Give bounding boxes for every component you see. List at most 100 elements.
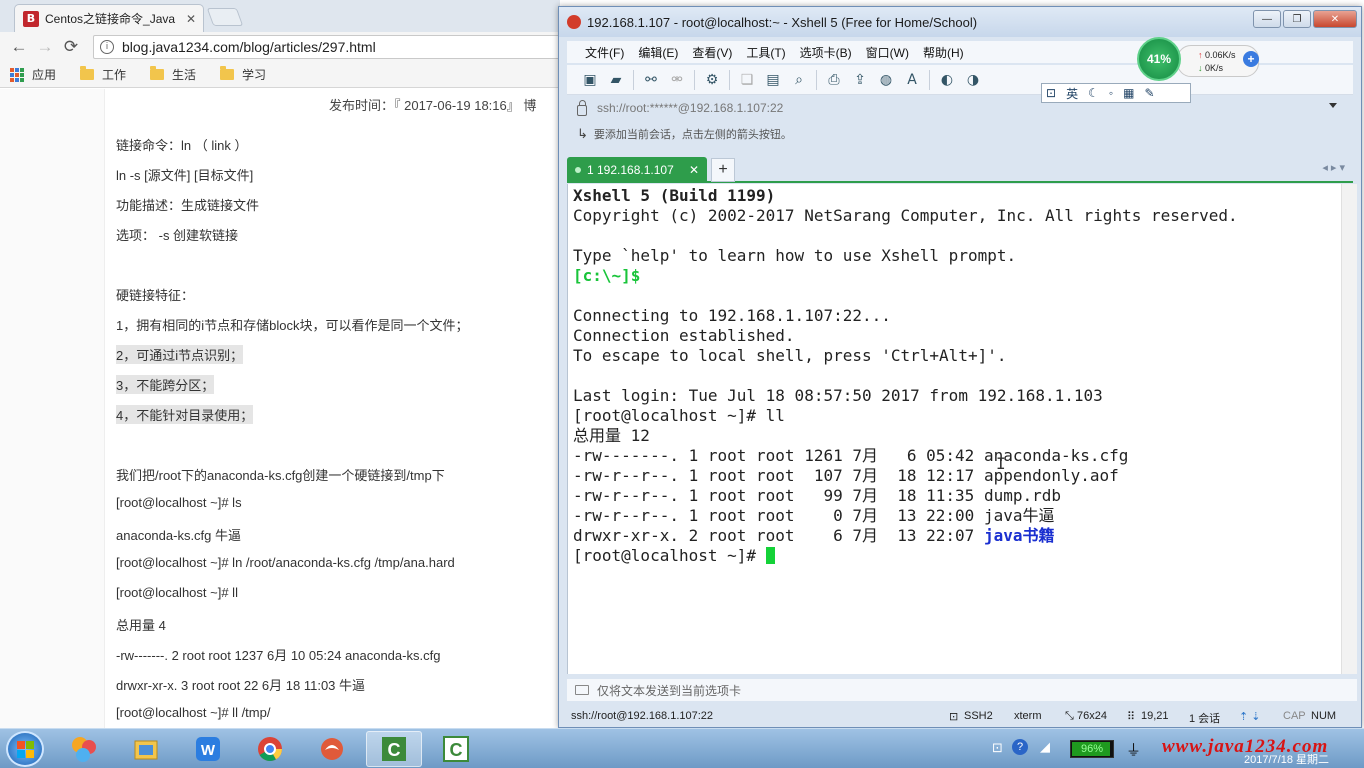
xftp-icon[interactable]: ◐ <box>938 71 956 89</box>
menu-tools[interactable]: 工具(T) <box>746 44 785 61</box>
window-title: 192.168.1.107 - root@localhost:~ - Xshel… <box>587 14 978 30</box>
info-icon[interactable]: i <box>100 40 114 54</box>
open-folder-icon[interactable]: ▰ <box>607 71 625 89</box>
properties-icon[interactable]: ⚙ <box>703 71 721 89</box>
address-bar[interactable]: i blog.java1234.com/blog/articles/297.ht… <box>93 35 560 59</box>
article-line: 总用量 4 <box>116 618 166 633</box>
wps-writer-icon: W <box>196 737 220 761</box>
chrome-icon <box>258 737 282 762</box>
taskbar-app-explorer[interactable] <box>118 731 174 767</box>
tray-ime-icon[interactable]: ⊡ <box>992 740 1003 756</box>
windows-logo-icon <box>16 740 34 758</box>
download-speed: 0K/s <box>1205 63 1224 73</box>
taskbar-app-chrome[interactable] <box>242 731 298 767</box>
terminal-line: 总用量 12 <box>573 426 650 445</box>
find-icon[interactable]: ⌕ <box>790 71 808 89</box>
taskbar-app-camtasia-2[interactable]: C <box>428 731 484 767</box>
globe-icon[interactable]: ◍ <box>877 71 895 89</box>
status-terminal-size: 76x24 <box>1077 710 1107 722</box>
terminal-scrollbar[interactable] <box>1341 184 1357 674</box>
copy-icon[interactable]: ❏ <box>738 71 756 89</box>
close-button[interactable]: ✕ <box>1313 10 1357 28</box>
svg-text:C: C <box>388 740 401 760</box>
xshell-titlebar[interactable]: 192.168.1.107 - root@localhost:~ - Xshel… <box>559 7 1361 37</box>
xshell-shell-icon <box>321 738 343 760</box>
bookmark-folder-life[interactable]: 生活 <box>150 66 196 83</box>
menu-window[interactable]: 窗口(W) <box>866 44 909 61</box>
menu-file[interactable]: 文件(F) <box>585 44 624 61</box>
session-address-bar[interactable]: ssh://root:******@192.168.1.107:22 <box>577 97 1351 119</box>
new-tab-button[interactable] <box>206 8 244 26</box>
ls-row: -rw-------. 1 root root 1261 7月 6 05:42 … <box>573 446 1129 465</box>
battery-indicator[interactable]: 96% <box>1070 740 1114 758</box>
bookmark-folder-study[interactable]: 学习 <box>220 66 266 83</box>
menu-help[interactable]: 帮助(H) <box>923 44 964 61</box>
add-session-arrow-icon[interactable]: ↳ <box>577 126 588 142</box>
local-prompt: [c:\~]$ <box>573 266 641 285</box>
battery-percent: 96% <box>1080 743 1104 755</box>
session-tabs: 1 192.168.1.107 ✕ + ◂ ▸ ▾ <box>567 155 1353 183</box>
article-line: [root@localhost ~]# ls <box>116 495 242 510</box>
menu-edit[interactable]: 编辑(E) <box>638 44 678 61</box>
keyboard-icon <box>575 685 589 695</box>
back-arrow-icon[interactable]: ← <box>6 37 32 57</box>
tab-scroll-arrows[interactable]: ◂ ▸ ▾ <box>1322 161 1345 174</box>
chevron-down-icon[interactable] <box>1329 103 1337 108</box>
network-monitor-widget[interactable]: ↑ 0.06K/s ↓ 0K/s 41% + <box>1137 37 1263 81</box>
bookmark-folder-work[interactable]: 工作 <box>80 66 126 83</box>
minimize-button[interactable]: — <box>1253 10 1281 28</box>
browser-tab-title: Centos之链接命令_Java <box>45 12 176 26</box>
taskbar-app-xshell[interactable] <box>304 731 360 767</box>
close-tab-icon[interactable]: ✕ <box>183 12 199 26</box>
session-address: ssh://root:******@192.168.1.107:22 <box>597 101 784 115</box>
article-line: drwxr-xr-x. 3 root root 22 6月 18 11:03 牛… <box>116 678 366 693</box>
script-icon[interactable]: ◑ <box>964 71 982 89</box>
connect-icon[interactable]: ⚯ <box>642 71 660 89</box>
terminal-area[interactable]: Xshell 5 (Build 1199) Copyright (c) 2002… <box>567 184 1357 674</box>
maximize-button[interactable]: ❐ <box>1283 10 1311 28</box>
article-line-highlighted: 2，可通过i节点识别； <box>116 345 244 364</box>
taskbar-app-camtasia[interactable]: C <box>366 731 422 767</box>
bookmark-apps[interactable]: 应用 <box>10 66 56 83</box>
tray-expand-icon[interactable]: ◢ <box>1040 739 1050 755</box>
paste-icon[interactable]: ▤ <box>764 71 782 89</box>
transfer-icon[interactable]: ⇪ <box>851 71 869 89</box>
power-plug-icon[interactable]: ⏚ <box>1126 739 1141 760</box>
camtasia-icon: C <box>443 736 469 762</box>
up-down-arrows-icon[interactable]: ⇡ ⇣ <box>1239 710 1261 723</box>
menu-view[interactable]: 查看(V) <box>692 44 732 61</box>
apps-grid-icon <box>10 67 24 82</box>
help-icon[interactable]: ? <box>1012 739 1028 755</box>
folder-icon <box>150 66 165 80</box>
new-session-icon[interactable]: ▣ <box>581 71 599 89</box>
folder-icon <box>220 66 235 80</box>
add-tab-button[interactable]: + <box>711 158 735 182</box>
article-line: anaconda-ks.cfg 牛逼 <box>116 528 242 543</box>
menu-tab[interactable]: 选项卡(B) <box>800 44 852 61</box>
article-line: 选项： -s 创建软链接 <box>116 228 239 243</box>
terminal-line: Last login: Tue Jul 18 08:57:50 2017 fro… <box>573 386 1103 405</box>
windows-taskbar: W C C ⊡ ? ◢ 96% ⏚ www.java1234.com 2017/… <box>0 728 1364 768</box>
taskbar-date[interactable]: 2017/7/18 星期二 <box>1244 751 1329 767</box>
disconnect-icon[interactable]: ⚮ <box>668 71 686 89</box>
article-line: [root@localhost ~]# ll /tmp/ <box>116 705 271 720</box>
taskbar-app-photos[interactable] <box>56 731 112 767</box>
boost-plus-icon[interactable]: + <box>1243 51 1259 67</box>
print-icon[interactable]: ⎙ <box>825 71 843 89</box>
article-line: 功能描述：生成链接文件 <box>116 198 260 213</box>
font-icon[interactable]: A <box>903 71 921 89</box>
reload-icon[interactable]: ⟳ <box>58 37 84 57</box>
start-button[interactable] <box>6 731 44 767</box>
terminal-line: Copyright (c) 2002-2017 NetSarang Comput… <box>573 206 1238 225</box>
taskbar-app-wps[interactable]: W <box>180 731 236 767</box>
status-num: NUM <box>1311 710 1337 722</box>
site-favicon-icon: B <box>23 10 39 27</box>
session-tab-active[interactable]: 1 192.168.1.107 ✕ <box>567 157 707 183</box>
close-icon[interactable]: ✕ <box>689 163 699 177</box>
article-line: ln -s [源文件] [目标文件] <box>116 168 254 183</box>
article-line: 硬链接特征： <box>116 288 195 303</box>
browser-tab[interactable]: B Centos之链接命令_Java ✕ <box>14 4 204 32</box>
send-to-tab-bar[interactable]: 仅将文本发送到当前选项卡 <box>567 679 1357 701</box>
forward-arrow-icon[interactable]: → <box>32 37 58 57</box>
xshell-app-icon <box>567 15 581 29</box>
